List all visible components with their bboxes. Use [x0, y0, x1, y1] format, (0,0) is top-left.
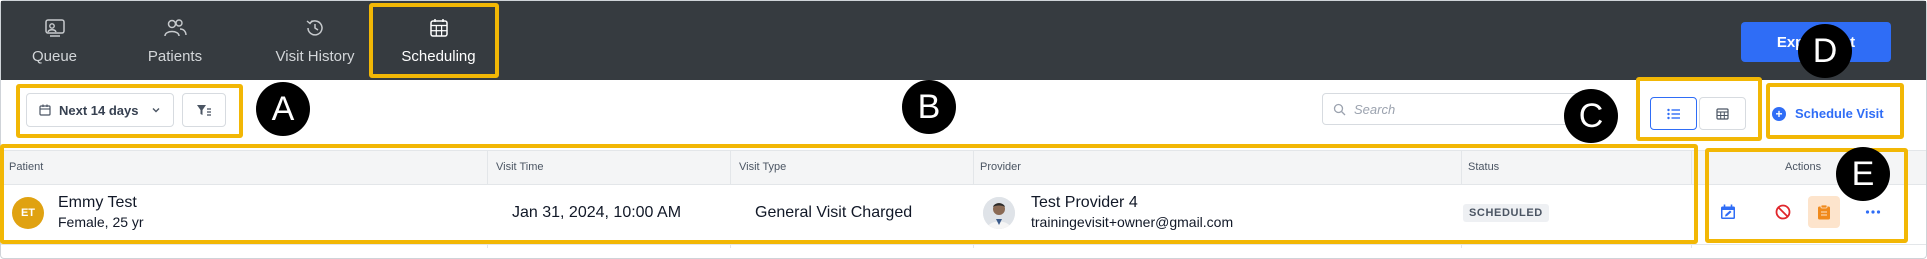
provider-email: trainingevisit+owner@gmail.com: [1031, 214, 1234, 230]
table-row[interactable]: [1, 185, 1926, 245]
calendar-icon: [39, 104, 51, 116]
patient-name[interactable]: Emmy Test: [58, 194, 137, 212]
callout-a: A: [256, 82, 310, 136]
queue-icon: [43, 16, 67, 40]
cancel-icon: [1775, 204, 1791, 220]
calendar-view-toggle[interactable]: [1699, 97, 1746, 130]
header-visit-time: Visit Time: [496, 161, 544, 173]
more-horizontal-icon: [1865, 209, 1881, 215]
header-actions: Actions: [1785, 161, 1822, 173]
list-view-toggle[interactable]: [1650, 97, 1697, 130]
list-icon: [1666, 108, 1681, 120]
header-patient: Patient: [9, 161, 44, 173]
patient-avatar: ET: [12, 197, 44, 229]
filter-icon: [196, 103, 212, 117]
clipboard-icon: [1817, 204, 1831, 220]
status-badge: SCHEDULED: [1463, 204, 1549, 222]
schedule-visit-button[interactable]: + Schedule Visit: [1772, 97, 1898, 130]
header-status: Status: [1468, 161, 1500, 173]
visit-notes-button[interactable]: [1808, 196, 1840, 228]
callout-e: E: [1836, 147, 1890, 201]
header-visit-type: Visit Type: [739, 161, 787, 173]
patient-demographics: Female, 25 yr: [58, 214, 144, 230]
callout-b: B: [902, 80, 956, 134]
tab-queue[interactable]: Queue: [21, 1, 88, 80]
callout-d: D: [1798, 24, 1852, 78]
callout-c: C: [1564, 89, 1618, 143]
top-navigation-bar: Queue Patients Visit History Scheduling …: [1, 1, 1926, 80]
provider-avatar: [983, 197, 1015, 229]
date-range-label: Next 14 days: [59, 102, 139, 118]
cancel-visit-button[interactable]: [1767, 196, 1799, 228]
table-header: Patient Visit Time Visit Type Provider S…: [1, 150, 1926, 185]
calendar-grid-icon: [1716, 107, 1729, 120]
reschedule-button[interactable]: [1712, 196, 1744, 228]
search-field[interactable]: [1322, 93, 1584, 125]
calendar-edit-icon: [1720, 204, 1736, 220]
visit-type: General Visit Charged: [755, 204, 913, 221]
tab-visit-history-label: Visit History: [275, 48, 355, 65]
patients-icon: [163, 16, 187, 40]
schedule-visit-label: Schedule Visit: [1795, 106, 1884, 121]
chevron-down-icon: [151, 105, 161, 115]
tab-patients[interactable]: Patients: [136, 1, 214, 80]
plus-circle-icon: +: [1772, 106, 1786, 121]
tab-queue-label: Queue: [31, 48, 78, 65]
tab-scheduling[interactable]: Scheduling: [382, 1, 495, 80]
search-input[interactable]: [1354, 101, 1554, 117]
header-provider: Provider: [980, 161, 1021, 173]
tab-scheduling-label: Scheduling: [401, 48, 476, 65]
visit-time: Jan 31, 2024, 10:00 AM: [512, 204, 682, 221]
tab-patients-label: Patients: [147, 48, 203, 65]
provider-name: Test Provider 4: [1031, 194, 1138, 211]
history-icon: [303, 16, 327, 40]
search-icon: [1333, 103, 1346, 116]
calendar-grid-icon: [427, 16, 451, 40]
tab-visit-history[interactable]: Visit History: [252, 1, 378, 80]
date-range-dropdown[interactable]: Next 14 days: [26, 93, 174, 127]
filter-button[interactable]: [182, 93, 226, 127]
